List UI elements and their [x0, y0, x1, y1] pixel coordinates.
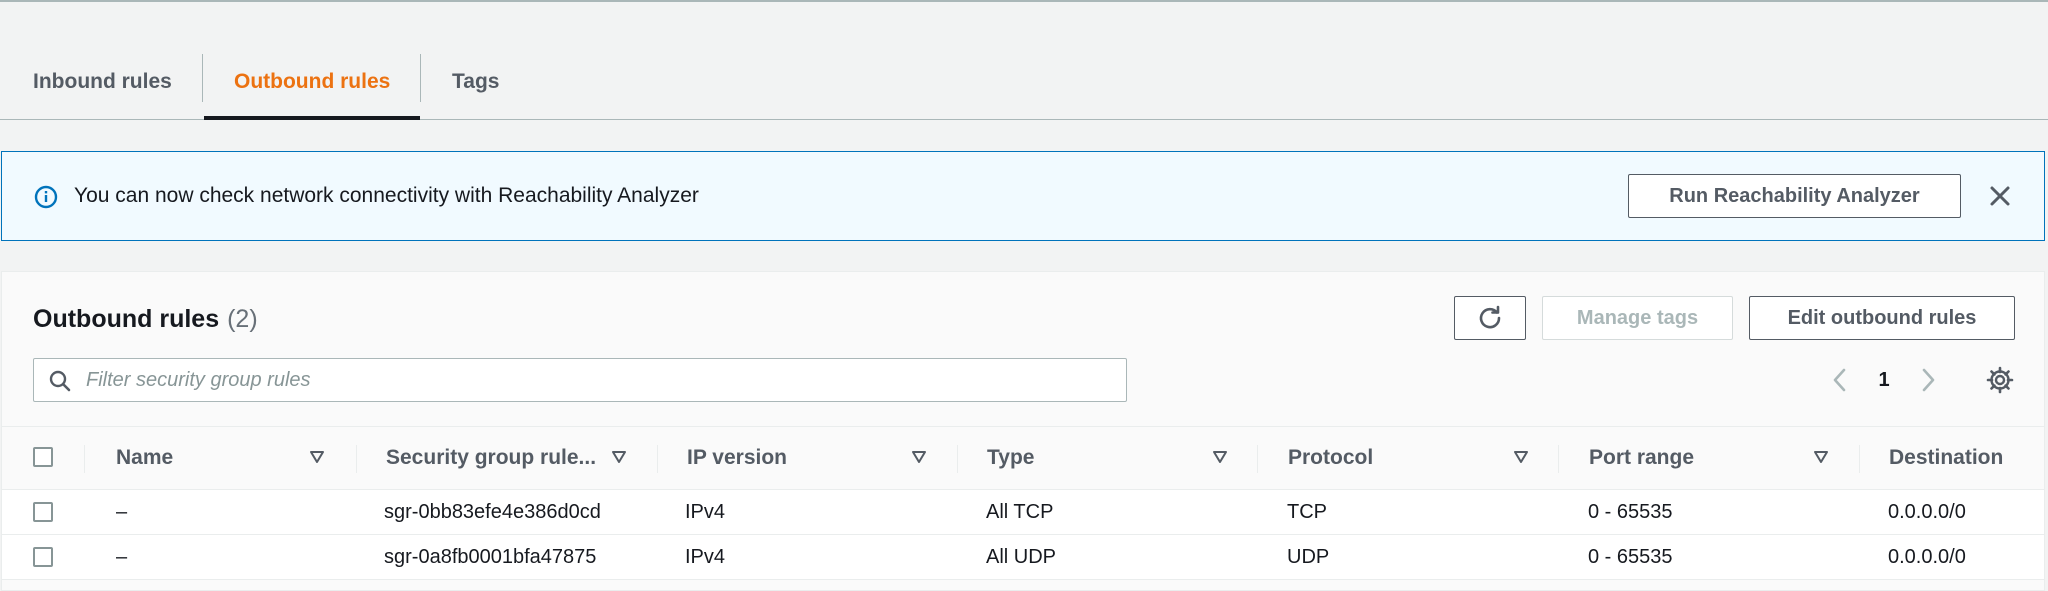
tab-divider — [202, 54, 203, 102]
tab-divider — [420, 54, 421, 102]
column-header-protocol[interactable]: Protocol — [1288, 427, 1373, 489]
cell-type: All UDP — [986, 545, 1057, 568]
tab-inbound-rules[interactable]: Inbound rules — [33, 44, 172, 120]
column-divider — [84, 445, 85, 473]
select-all-checkbox[interactable] — [33, 447, 53, 467]
tab-tags[interactable]: Tags — [452, 44, 499, 120]
column-header-name[interactable]: Name — [116, 427, 173, 489]
sort-icon[interactable] — [1813, 450, 1829, 464]
cell-ip-version: IPv4 — [685, 545, 726, 568]
row-checkbox[interactable] — [33, 547, 53, 567]
column-divider — [1257, 445, 1258, 473]
table-header: Name Security group rule... IP version T… — [2, 426, 2044, 490]
panel-title: Outbound rules (2) — [33, 302, 258, 336]
column-divider — [1558, 445, 1559, 473]
manage-tags-button[interactable]: Manage tags — [1542, 296, 1733, 340]
sort-icon[interactable] — [1513, 450, 1529, 464]
sort-icon[interactable] — [1212, 450, 1228, 464]
cell-protocol: UDP — [1287, 545, 1330, 568]
info-banner: You can now check network connectivity w… — [1, 151, 2045, 241]
current-page[interactable]: 1 — [1870, 364, 1898, 396]
cell-protocol: TCP — [1287, 500, 1327, 523]
rule-count: (2) — [227, 304, 258, 333]
column-header-security-group-rule[interactable]: Security group rule... — [386, 427, 596, 489]
filter-search-box — [33, 358, 1127, 402]
cell-name: – — [116, 545, 128, 568]
search-icon — [49, 370, 71, 392]
tab-bar: Inbound rules Outbound rules Tags — [0, 44, 2048, 120]
chevron-right-icon[interactable] — [1916, 366, 1940, 394]
table-row[interactable]: – sgr-0a8fb0001bfa47875 IPv4 All UDP UDP… — [2, 535, 2044, 580]
column-header-ip-version[interactable]: IP version — [687, 427, 787, 489]
cell-rule-id[interactable]: sgr-0a8fb0001bfa47875 — [384, 535, 596, 579]
column-divider — [657, 445, 658, 473]
sort-icon[interactable] — [611, 450, 627, 464]
row-checkbox[interactable] — [33, 502, 53, 522]
close-icon[interactable] — [1984, 180, 2016, 212]
column-divider — [1859, 445, 1860, 473]
outbound-rules-panel: Outbound rules (2) Manage tags Edit outb… — [1, 271, 2045, 591]
cell-port-range: 0 - 65535 — [1588, 545, 1673, 568]
cell-type: All TCP — [986, 500, 1054, 523]
table-row[interactable]: – sgr-0bb83efe4e386d0cd IPv4 All TCP TCP… — [2, 490, 2044, 535]
active-tab-indicator — [204, 116, 420, 120]
tab-outbound-rules[interactable]: Outbound rules — [234, 44, 390, 120]
cell-destination: 0.0.0.0/0 — [1888, 500, 1966, 523]
run-reachability-analyzer-button[interactable]: Run Reachability Analyzer — [1628, 174, 1961, 218]
sort-icon[interactable] — [309, 450, 325, 464]
cell-destination: 0.0.0.0/0 — [1888, 545, 1966, 568]
column-header-type[interactable]: Type — [987, 427, 1034, 489]
cell-rule-id[interactable]: sgr-0bb83efe4e386d0cd — [384, 490, 601, 534]
column-divider — [957, 445, 958, 473]
cell-name: – — [116, 500, 128, 523]
edit-outbound-rules-button[interactable]: Edit outbound rules — [1749, 296, 2015, 340]
column-header-destination[interactable]: Destination — [1889, 427, 2003, 489]
search-input[interactable] — [84, 359, 1114, 401]
banner-message: You can now check network connectivity w… — [74, 184, 699, 207]
chevron-left-icon[interactable] — [1828, 366, 1852, 394]
refresh-icon — [1479, 305, 1501, 329]
cell-ip-version: IPv4 — [685, 500, 726, 523]
refresh-button[interactable] — [1454, 296, 1526, 340]
info-icon — [34, 185, 58, 209]
gear-icon[interactable] — [1986, 366, 2014, 394]
cell-port-range: 0 - 65535 — [1588, 500, 1673, 523]
column-header-port-range[interactable]: Port range — [1589, 427, 1694, 489]
column-divider — [356, 445, 357, 473]
panel-title-text: Outbound rules — [33, 304, 220, 333]
sort-icon[interactable] — [911, 450, 927, 464]
top-divider — [0, 0, 2048, 2]
